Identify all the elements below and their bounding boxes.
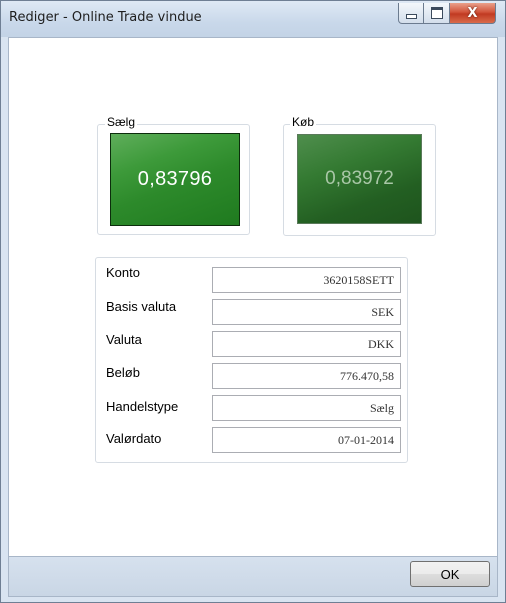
basis-valuta-label: Basis valuta [106,299,177,314]
close-button[interactable]: X [450,3,496,24]
valuta-field[interactable]: DKK [212,331,401,357]
sell-label: Sælg [105,115,138,129]
sell-price-value: 0,83796 [137,168,213,190]
window-frame-right [498,37,505,597]
window-title: Rediger - Online Trade vindue [9,10,202,25]
close-icon: X [467,5,478,21]
maximize-icon [430,7,443,19]
buy-label: Køb [290,115,317,129]
minimize-button[interactable] [398,3,424,24]
handelstype-field[interactable]: Sælg [212,395,401,421]
ok-button[interactable]: OK [410,561,490,587]
maximize-button[interactable] [424,3,450,24]
valuta-label: Valuta [106,332,142,347]
title-bar[interactable]: Rediger - Online Trade vindue X [1,1,505,37]
beloeb-field[interactable]: 776.470,58 [212,363,401,389]
basis-valuta-field[interactable]: SEK [212,299,401,325]
beloeb-label: Beløb [106,365,140,380]
window-frame-left [1,37,8,597]
valoerdato-label: Valørdato [106,431,162,446]
konto-label: Konto [106,265,140,280]
buy-price-value: 0,83972 [325,168,394,189]
konto-field[interactable]: 3620158SETT [212,267,401,293]
sell-price-button[interactable]: 0,83796 [110,133,240,226]
minimize-icon [405,14,417,19]
buy-price-button[interactable]: 0,83972 [297,134,422,224]
valoerdato-field[interactable]: 07-01-2014 [212,427,401,453]
handelstype-label: Handelstype [106,399,179,414]
dialog-window: Rediger - Online Trade vindue X Sælg 0,8… [0,0,506,603]
